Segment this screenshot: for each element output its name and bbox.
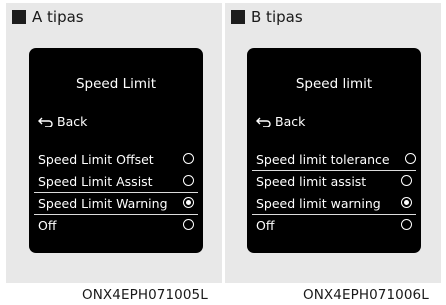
option-off[interactable]: Off — [247, 214, 421, 236]
option-label: Off — [38, 218, 57, 233]
screen-title: Speed limit — [295, 76, 373, 92]
back-arrow-icon — [256, 117, 271, 127]
back-label: Back — [275, 114, 306, 129]
radio-button-icon[interactable] — [405, 153, 416, 164]
option-label: Off — [256, 218, 275, 233]
radio-button-icon[interactable] — [401, 219, 412, 230]
option-speed-limit-warning[interactable]: Speed limit warning — [247, 192, 421, 214]
option-speed-limit-assist[interactable]: Speed limit assist — [247, 170, 421, 192]
option-label: Speed Limit Assist — [38, 174, 153, 189]
figure-caption-b: ONX4EPH071006L — [303, 287, 429, 303]
option-label: Speed limit warning — [256, 196, 381, 211]
panel-header-label: A tipas — [32, 8, 84, 26]
option-label: Speed limit tolerance — [256, 152, 390, 167]
option-off[interactable]: Off — [29, 214, 203, 236]
panel-type-a: A tipas Speed Limit Back Speed Limit Off… — [6, 3, 222, 283]
cluster-screen: Speed Limit Back Speed Limit Offset Spee… — [29, 48, 203, 253]
figure-caption-a: ONX4EPH071005L — [82, 287, 208, 303]
option-label: Speed Limit Warning — [38, 196, 168, 211]
back-label: Back — [57, 114, 88, 129]
option-speed-limit-offset[interactable]: Speed Limit Offset — [29, 148, 203, 170]
option-label: Speed limit assist — [256, 174, 367, 189]
back-button[interactable]: Back — [256, 114, 305, 129]
option-speed-limit-assist[interactable]: Speed Limit Assist — [29, 170, 203, 192]
radio-button-icon[interactable] — [183, 153, 194, 164]
panel-type-b: B tipas Speed limit Back Speed limit tol… — [225, 3, 441, 283]
back-arrow-icon — [38, 117, 53, 127]
panel-header: B tipas — [231, 7, 303, 27]
option-speed-limit-warning[interactable]: Speed Limit Warning — [29, 192, 203, 214]
radio-button-selected-icon[interactable] — [183, 197, 194, 208]
cluster-screen: Speed limit Back Speed limit tolerance S… — [247, 48, 421, 253]
panel-header: A tipas — [12, 7, 84, 27]
square-bullet-icon — [12, 10, 26, 24]
back-button[interactable]: Back — [38, 114, 87, 129]
radio-button-icon[interactable] — [183, 219, 194, 230]
radio-button-icon[interactable] — [401, 175, 412, 186]
radio-button-icon[interactable] — [183, 175, 194, 186]
square-bullet-icon — [231, 10, 245, 24]
radio-button-selected-icon[interactable] — [401, 197, 412, 208]
option-speed-limit-tolerance[interactable]: Speed limit tolerance — [247, 148, 421, 170]
option-label: Speed Limit Offset — [38, 152, 154, 167]
panel-header-label: B tipas — [251, 8, 303, 26]
screen-title: Speed Limit — [75, 76, 157, 92]
